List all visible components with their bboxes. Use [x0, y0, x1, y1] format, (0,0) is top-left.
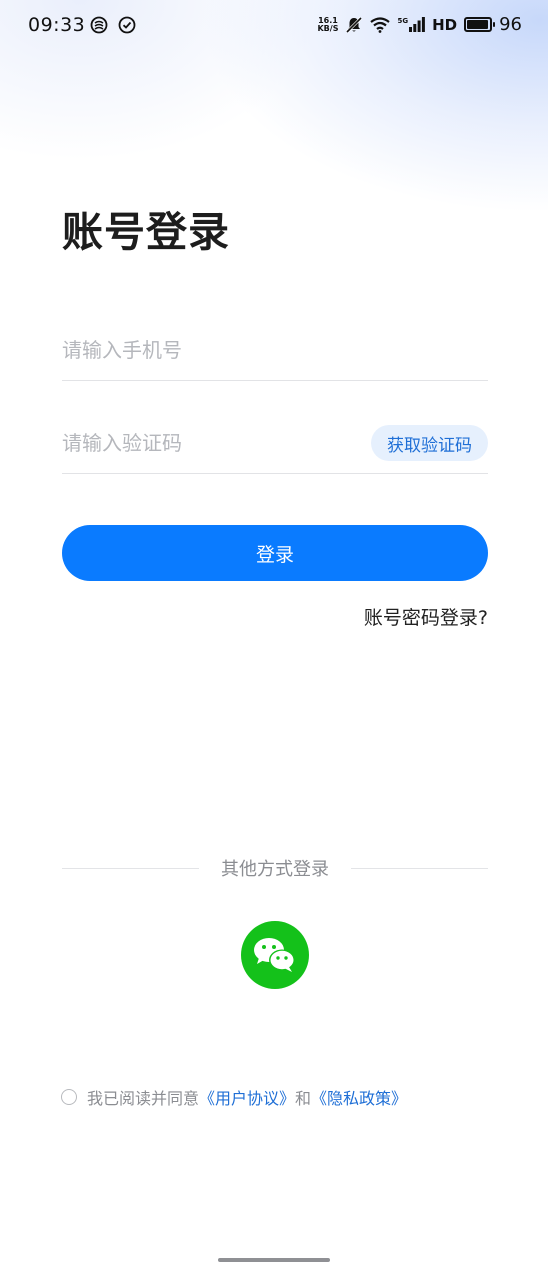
signal-bars-icon	[409, 17, 425, 32]
agreement-and: 和	[295, 1089, 312, 1108]
page-title: 账号登录	[62, 208, 230, 256]
other-login-divider: 其他方式登录	[62, 855, 488, 881]
get-code-button[interactable]: 获取验证码	[371, 425, 488, 461]
bell-muted-icon	[346, 16, 363, 33]
network-speed-unit: KB/S	[317, 23, 339, 33]
home-indicator[interactable]	[218, 1258, 330, 1262]
background-gradient	[0, 0, 548, 360]
status-right-group: 16.1 KB/S 5G HD 96	[317, 14, 522, 35]
check-circle-icon	[118, 16, 136, 34]
battery-level: 96	[499, 14, 522, 35]
divider-line-right	[351, 867, 488, 869]
phone-input[interactable]	[62, 338, 488, 362]
battery-icon	[464, 17, 496, 32]
wifi-icon	[370, 16, 391, 33]
verification-code-input[interactable]	[62, 431, 371, 455]
verification-code-field: 获取验证码	[62, 413, 488, 474]
network-speed: 16.1 KB/S	[317, 16, 339, 33]
agreement-radio[interactable]	[61, 1089, 77, 1105]
agreement-row: 我已阅读并同意 《用户协议》 和 《隐私政策》	[61, 1085, 407, 1109]
privacy-policy-link[interactable]: 《隐私政策》	[311, 1085, 407, 1109]
wechat-login-button[interactable]	[241, 921, 309, 989]
status-time: 09:33	[28, 14, 86, 36]
carrier-icon	[90, 16, 108, 34]
agreement-prefix: 我已阅读并同意	[87, 1089, 200, 1108]
cellular-signal: 5G	[397, 17, 425, 32]
hd-label: HD	[432, 15, 458, 34]
wechat-icon	[254, 938, 295, 972]
divider-line-left	[62, 867, 199, 869]
battery-fill	[467, 20, 489, 29]
other-login-label: 其他方式登录	[221, 859, 329, 880]
password-login-link[interactable]: 账号密码登录?	[364, 603, 488, 630]
signal-type: 5G	[397, 17, 409, 25]
phone-field	[62, 320, 488, 381]
user-agreement-link[interactable]: 《用户协议》	[199, 1085, 295, 1109]
login-button[interactable]: 登录	[62, 525, 488, 581]
status-notification-icons	[90, 16, 136, 34]
status-bar: 09:33 16.1 KB/S 5G HD 96	[0, 0, 548, 52]
